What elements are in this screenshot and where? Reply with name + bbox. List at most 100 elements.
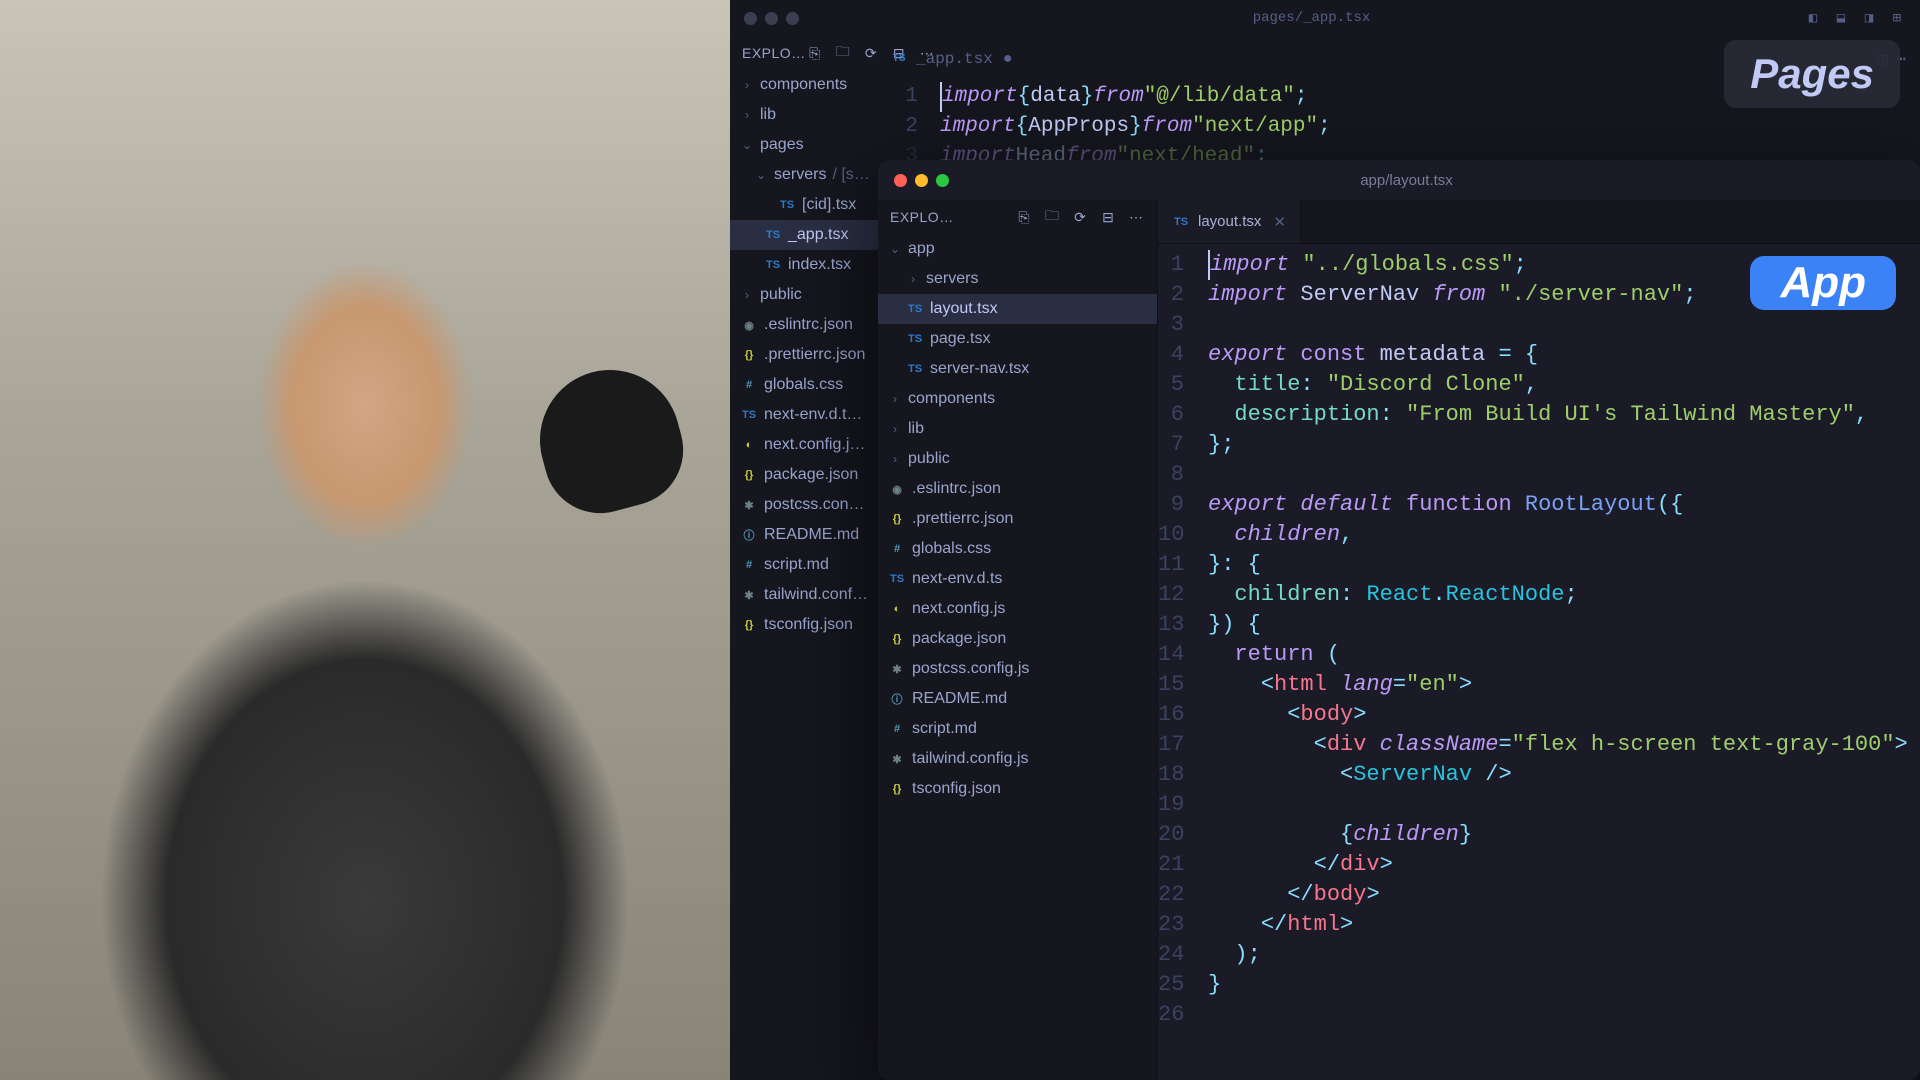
folder-servers[interactable]: ›servers <box>878 264 1157 294</box>
bg-tab-label[interactable]: _app.tsx <box>916 50 993 68</box>
code-line[interactable]: 10 children, <box>1158 520 1920 550</box>
file-cid[interactable]: TS[cid].tsx <box>730 190 880 220</box>
line-number: 20 <box>1158 820 1208 850</box>
code-line[interactable]: 16 <body> <box>1158 700 1920 730</box>
code-line[interactable]: 19 <box>1158 790 1920 820</box>
code-line[interactable]: 22 </body> <box>1158 880 1920 910</box>
code-line[interactable]: 14 return ( <box>1158 640 1920 670</box>
file-prettierrc[interactable]: {}.prettierrc.json <box>730 340 880 370</box>
folder-public[interactable]: ›public <box>730 280 880 310</box>
file-postcss[interactable]: ✱postcss.config.js <box>878 654 1157 684</box>
grid-icon[interactable]: ⊞ <box>1888 9 1906 27</box>
code-line[interactable]: 3 <box>1158 310 1920 340</box>
ts-icon: TS <box>890 50 908 68</box>
file-prettierrc[interactable]: {}.prettierrc.json <box>878 504 1157 534</box>
file-tailwind[interactable]: ✱tailwind.conf… <box>730 580 880 610</box>
file-package[interactable]: {}package.json <box>730 460 880 490</box>
file-nextenv[interactable]: TSnext-env.d.t… <box>730 400 880 430</box>
refresh-icon[interactable]: ⟳ <box>1071 208 1089 226</box>
panel-left-icon[interactable]: ◧ <box>1804 9 1822 27</box>
code-line[interactable]: 9export default function RootLayout({ <box>1158 490 1920 520</box>
fg-traffic-lights[interactable] <box>894 174 949 187</box>
code-line[interactable]: 8 <box>1158 460 1920 490</box>
file-tsconfig[interactable]: {}tsconfig.json <box>730 610 880 640</box>
file-layout-tsx[interactable]: TSlayout.tsx <box>878 294 1157 324</box>
code-line[interactable]: 25} <box>1158 970 1920 1000</box>
file-page-tsx[interactable]: TSpage.tsx <box>878 324 1157 354</box>
code-line[interactable]: 21 </div> <box>1158 850 1920 880</box>
new-file-icon[interactable]: ⎘ <box>1015 208 1033 226</box>
bg-traffic-lights[interactable] <box>744 12 799 25</box>
folder-components[interactable]: ›components <box>730 70 880 100</box>
fg-code-editor[interactable]: App 1import "../globals.css";2import Ser… <box>1158 244 1920 1080</box>
file-tsconfig[interactable]: {}tsconfig.json <box>878 774 1157 804</box>
file-nextconfig[interactable]: ◐next.config.js <box>878 594 1157 624</box>
close-icon[interactable] <box>894 174 907 187</box>
file-server-nav-tsx[interactable]: TSserver-nav.tsx <box>878 354 1157 384</box>
file-postcss[interactable]: ✱postcss.con… <box>730 490 880 520</box>
close-icon[interactable] <box>744 12 757 25</box>
file-tailwind[interactable]: ✱tailwind.config.js <box>878 744 1157 774</box>
code-line[interactable]: 7}; <box>1158 430 1920 460</box>
line-number: 3 <box>1158 310 1208 340</box>
fg-tab-layout[interactable]: TS layout.tsx ✕ <box>1158 200 1301 243</box>
code-line[interactable]: 13}) { <box>1158 610 1920 640</box>
minimize-icon[interactable] <box>765 12 778 25</box>
zoom-icon[interactable] <box>786 12 799 25</box>
bg-file-tree[interactable]: ›components ›lib ⌄pages ⌄servers / [s… T… <box>730 70 880 640</box>
code-line[interactable]: 15 <html lang="en"> <box>1158 670 1920 700</box>
refresh-icon[interactable]: ⟳ <box>862 44 880 62</box>
file-nextconfig[interactable]: ◐next.config.j… <box>730 430 880 460</box>
fg-tab-label: layout.tsx <box>1198 213 1261 230</box>
code-line[interactable]: 4export const metadata = { <box>1158 340 1920 370</box>
line-number: 16 <box>1158 700 1208 730</box>
code-line[interactable]: 17 <div className="flex h-screen text-gr… <box>1158 730 1920 760</box>
fg-file-tree[interactable]: ⌄app ›servers TSlayout.tsx TSpage.tsx TS… <box>878 234 1157 804</box>
file-readme[interactable]: ⓘREADME.md <box>730 520 880 550</box>
minimize-icon[interactable] <box>915 174 928 187</box>
folder-pages[interactable]: ⌄pages <box>730 130 880 160</box>
code-line[interactable]: 12 children: React.ReactNode; <box>1158 580 1920 610</box>
code-line[interactable]: 5 title: "Discord Clone", <box>1158 370 1920 400</box>
folder-servers[interactable]: ⌄servers / [s… <box>730 160 880 190</box>
code-line[interactable]: 11}: { <box>1158 550 1920 580</box>
more-icon[interactable]: ⋯ <box>1127 208 1145 226</box>
bg-layout-icons[interactable]: ◧ ⬓ ◨ ⊞ <box>1804 9 1906 27</box>
line-number: 5 <box>1158 370 1208 400</box>
folder-components[interactable]: ›components <box>878 384 1157 414</box>
fg-explorer-label: EXPLO… <box>890 209 1015 225</box>
panel-right-icon[interactable]: ◨ <box>1860 9 1878 27</box>
new-folder-icon[interactable]: 🗀 <box>834 44 852 62</box>
line-number: 18 <box>1158 760 1208 790</box>
file-script-md[interactable]: #script.md <box>878 714 1157 744</box>
code-line[interactable]: 20 {children} <box>1158 820 1920 850</box>
webcam-panel <box>0 0 730 1080</box>
code-line[interactable]: 26 <box>1158 1000 1920 1030</box>
file-script-md[interactable]: #script.md <box>730 550 880 580</box>
new-folder-icon[interactable]: 🗀 <box>1043 208 1061 226</box>
zoom-icon[interactable] <box>936 174 949 187</box>
file-app-tsx[interactable]: TS_app.tsx <box>730 220 880 250</box>
code-line[interactable]: 6 description: "From Build UI's Tailwind… <box>1158 400 1920 430</box>
file-eslintrc[interactable]: ◉.eslintrc.json <box>878 474 1157 504</box>
file-nextenv[interactable]: TSnext-env.d.ts <box>878 564 1157 594</box>
fg-tab-bar[interactable]: TS layout.tsx ✕ <box>1158 200 1920 244</box>
folder-lib[interactable]: ›lib <box>730 100 880 130</box>
code-line[interactable]: 24 ); <box>1158 940 1920 970</box>
new-file-icon[interactable]: ⎘ <box>806 44 824 62</box>
line-number: 19 <box>1158 790 1208 820</box>
panel-bottom-icon[interactable]: ⬓ <box>1832 9 1850 27</box>
folder-public[interactable]: ›public <box>878 444 1157 474</box>
folder-app[interactable]: ⌄app <box>878 234 1157 264</box>
file-readme[interactable]: ⓘREADME.md <box>878 684 1157 714</box>
close-tab-icon[interactable]: ✕ <box>1273 213 1286 231</box>
file-index[interactable]: TSindex.tsx <box>730 250 880 280</box>
file-eslintrc[interactable]: ◉.eslintrc.json <box>730 310 880 340</box>
file-globals-css[interactable]: #globals.css <box>878 534 1157 564</box>
file-package[interactable]: {}package.json <box>878 624 1157 654</box>
folder-lib[interactable]: ›lib <box>878 414 1157 444</box>
code-line[interactable]: 23 </html> <box>1158 910 1920 940</box>
collapse-icon[interactable]: ⊟ <box>1099 208 1117 226</box>
code-line[interactable]: 18 <ServerNav /> <box>1158 760 1920 790</box>
file-globals-css[interactable]: #globals.css <box>730 370 880 400</box>
